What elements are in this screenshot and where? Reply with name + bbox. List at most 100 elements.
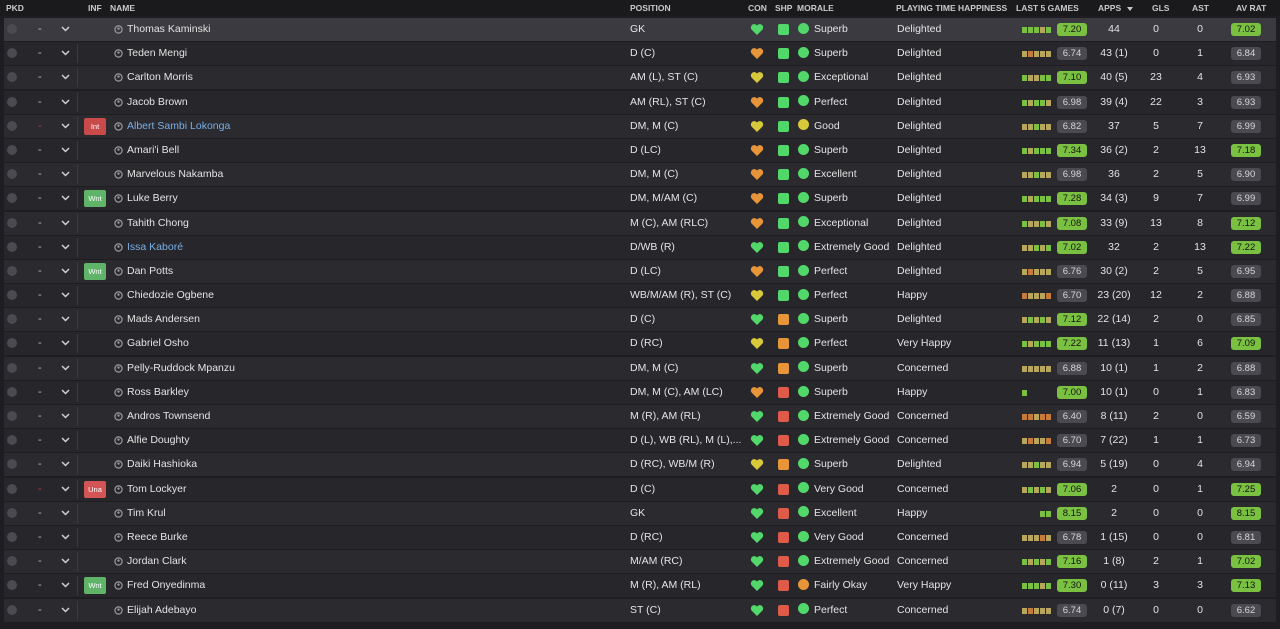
inf-badge[interactable]: Una: [84, 480, 106, 498]
table-row[interactable]: - Marvelous Nakamba DM, M (C) Excellent Deli…: [4, 163, 1276, 187]
pick-toggle[interactable]: [7, 405, 19, 428]
pick-toggle[interactable]: [7, 308, 19, 331]
player-name[interactable]: Tahith Chong: [127, 212, 189, 235]
pick-toggle[interactable]: [7, 429, 19, 452]
chevron-down-icon[interactable]: [61, 66, 73, 89]
chevron-down-icon[interactable]: [61, 478, 73, 501]
table-row[interactable]: - Wnt Fred Onyedinma M (R), AM (RL) Fairly O…: [4, 574, 1276, 598]
player-name[interactable]: Dan Potts: [127, 260, 173, 283]
col-con[interactable]: CON: [748, 3, 767, 13]
inf-badge[interactable]: Wnt: [84, 262, 106, 280]
table-row[interactable]: - Mads Andersen D (C) Superb Delighted 7.12 22…: [4, 308, 1276, 332]
chevron-down-icon[interactable]: [61, 139, 73, 162]
chevron-down-icon[interactable]: [61, 212, 73, 235]
player-name[interactable]: Daiki Hashioka: [127, 453, 197, 476]
pick-toggle[interactable]: [7, 236, 19, 259]
col-last5[interactable]: LAST 5 GAMES: [1016, 3, 1079, 13]
table-row[interactable]: - Alfie Doughty D (L), WB (RL), M (L),... E…: [4, 429, 1276, 453]
player-name[interactable]: Fred Onyedinma: [127, 574, 205, 597]
chevron-down-icon[interactable]: [61, 550, 73, 573]
pick-toggle[interactable]: [7, 18, 19, 41]
col-avr[interactable]: AV RAT: [1236, 3, 1266, 13]
pick-toggle[interactable]: [7, 332, 19, 355]
player-name[interactable]: Jacob Brown: [127, 91, 188, 114]
chevron-down-icon[interactable]: [61, 18, 73, 41]
table-row[interactable]: - Chiedozie Ogbene WB/M/AM (R), ST (C) Perf…: [4, 284, 1276, 308]
col-apps[interactable]: APPS: [1098, 3, 1134, 13]
pick-toggle[interactable]: [7, 574, 19, 597]
player-name[interactable]: Carlton Morris: [127, 66, 193, 89]
player-name[interactable]: Chiedozie Ogbene: [127, 284, 214, 307]
col-pkd[interactable]: PKD: [6, 3, 24, 13]
chevron-down-icon[interactable]: [61, 236, 73, 259]
player-name[interactable]: Tim Krul: [127, 502, 166, 525]
pick-toggle[interactable]: [7, 502, 19, 525]
chevron-down-icon[interactable]: [61, 260, 73, 283]
player-name[interactable]: Albert Sambi Lokonga: [127, 115, 230, 138]
player-name[interactable]: Luke Berry: [127, 187, 178, 210]
player-name[interactable]: Andros Townsend: [127, 405, 210, 428]
chevron-down-icon[interactable]: [61, 332, 73, 355]
chevron-down-icon[interactable]: [61, 115, 73, 138]
col-position[interactable]: POSITION: [630, 3, 671, 13]
col-gls[interactable]: GLS: [1152, 3, 1169, 13]
table-row[interactable]: - Issa Kaboré D/WB (R) Extremely Good Deligh…: [4, 235, 1276, 259]
player-name[interactable]: Jordan Clark: [127, 550, 187, 573]
col-ast[interactable]: AST: [1192, 3, 1209, 13]
table-row[interactable]: - Amari'i Bell D (LC) Superb Delighted 7.34 36…: [4, 138, 1276, 162]
chevron-down-icon[interactable]: [61, 284, 73, 307]
player-name[interactable]: Tom Lockyer: [127, 478, 187, 501]
player-name[interactable]: Reece Burke: [127, 526, 188, 549]
pick-toggle[interactable]: [7, 381, 19, 404]
col-shp[interactable]: SHP: [775, 3, 792, 13]
pick-toggle[interactable]: [7, 66, 19, 89]
pick-toggle[interactable]: [7, 260, 19, 283]
pick-toggle[interactable]: [7, 163, 19, 186]
table-row[interactable]: - Daiki Hashioka D (RC), WB/M (R) Superb Del…: [4, 453, 1276, 477]
table-row[interactable]: - Tahith Chong M (C), AM (RLC) Exceptional D…: [4, 211, 1276, 235]
chevron-down-icon[interactable]: [61, 429, 73, 452]
table-row[interactable]: - Gabriel Osho D (RC) Perfect Very Happy 7.22…: [4, 332, 1276, 356]
pick-toggle[interactable]: [7, 115, 19, 138]
chevron-down-icon[interactable]: [61, 381, 73, 404]
chevron-down-icon[interactable]: [61, 42, 73, 65]
table-row[interactable]: - Reece Burke D (RC) Very Good Concerned 6.78…: [4, 525, 1276, 549]
pick-toggle[interactable]: [7, 453, 19, 476]
chevron-down-icon[interactable]: [61, 405, 73, 428]
table-row[interactable]: - Jacob Brown AM (RL), ST (C) Perfect Deligh…: [4, 90, 1276, 114]
table-row[interactable]: - Jordan Clark M/AM (RC) Extremely Good Conc…: [4, 550, 1276, 574]
pick-toggle[interactable]: [7, 599, 19, 622]
chevron-down-icon[interactable]: [61, 357, 73, 380]
table-row[interactable]: - Pelly-Ruddock Mpanzu DM, M (C) Superb Conc…: [4, 356, 1276, 380]
table-row[interactable]: - Teden Mengi D (C) Superb Delighted 6.74 43 (…: [4, 42, 1276, 66]
table-row[interactable]: - Ross Barkley DM, M (C), AM (LC) Superb Hap…: [4, 380, 1276, 404]
player-name[interactable]: Amari'i Bell: [127, 139, 179, 162]
inf-badge[interactable]: Wnt: [84, 190, 106, 208]
chevron-down-icon[interactable]: [61, 502, 73, 525]
table-row[interactable]: - Andros Townsend M (R), AM (RL) Extremely …: [4, 405, 1276, 428]
table-row[interactable]: - Tim Krul GK Excellent Happy 8.15 2 0 0 8.15: [4, 501, 1276, 525]
table-row[interactable]: - Carlton Morris AM (L), ST (C) Exceptional…: [4, 66, 1276, 90]
player-name[interactable]: Thomas Kaminski: [127, 18, 210, 41]
col-playing-time[interactable]: PLAYING TIME HAPPINESS: [896, 3, 1007, 13]
pick-toggle[interactable]: [7, 187, 19, 210]
pick-toggle[interactable]: [7, 478, 19, 501]
pick-toggle[interactable]: [7, 357, 19, 380]
pick-toggle[interactable]: [7, 526, 19, 549]
inf-badge[interactable]: Wnt: [84, 577, 106, 595]
player-name[interactable]: Issa Kaboré: [127, 236, 183, 259]
inf-badge[interactable]: Int: [84, 117, 106, 135]
chevron-down-icon[interactable]: [61, 187, 73, 210]
player-name[interactable]: Marvelous Nakamba: [127, 163, 223, 186]
table-row[interactable]: - Int Albert Sambi Lokonga DM, M (C) Good Del…: [4, 114, 1276, 138]
col-inf[interactable]: INF: [88, 3, 102, 13]
chevron-down-icon[interactable]: [61, 599, 73, 622]
player-name[interactable]: Elijah Adebayo: [127, 599, 196, 622]
pick-toggle[interactable]: [7, 212, 19, 235]
chevron-down-icon[interactable]: [61, 91, 73, 114]
player-name[interactable]: Gabriel Osho: [127, 332, 189, 355]
chevron-down-icon[interactable]: [61, 308, 73, 331]
chevron-down-icon[interactable]: [61, 163, 73, 186]
player-name[interactable]: Teden Mengi: [127, 42, 187, 65]
pick-toggle[interactable]: [7, 550, 19, 573]
